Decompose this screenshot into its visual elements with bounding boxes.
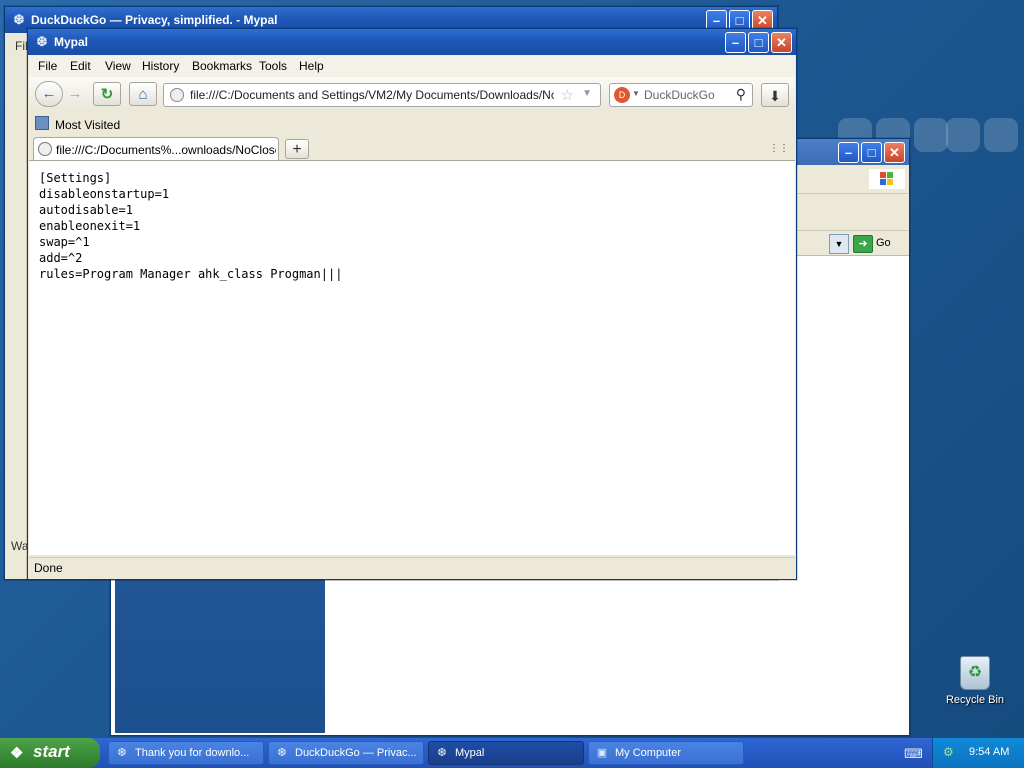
recycle-bin-label[interactable]: Recycle Bin [940,694,1010,706]
computer-icon: ▣ [596,747,608,759]
menu-tools[interactable]: Tools [259,59,287,73]
minimize-button[interactable]: – [725,32,746,53]
task-mypal[interactable]: ❆ Mypal [428,741,584,765]
start-button[interactable]: ❖ start [0,738,100,768]
forward-arrow-icon[interactable]: → [65,82,85,106]
url-text[interactable]: file:///C:/Documents and Settings/VM2/My… [190,88,554,102]
menu-edit[interactable]: Edit [70,59,91,73]
menu-file[interactable]: File [38,59,57,73]
window-title: Mypal [54,35,89,49]
most-visited-icon [35,116,49,130]
reload-icon[interactable]: ↻ [93,82,121,106]
search-engine-dropdown-icon[interactable]: ▼ [632,89,640,98]
network-icon[interactable]: ⚙ [943,745,954,759]
download-icon[interactable]: ⬇ [761,83,789,107]
task-label: DuckDuckGo — Privac... [295,747,417,759]
menu-file-partial[interactable]: Fil [15,39,28,53]
search-placeholder[interactable]: DuckDuckGo [644,88,715,102]
close-button[interactable]: ✕ [771,32,792,53]
browser-icon: ❆ [437,747,447,759]
status-text: Done [34,561,63,575]
page-icon [170,88,184,102]
mypal-icon: ❆ [36,34,48,49]
search-bar[interactable]: D ▼ DuckDuckGo ⚲ [609,83,753,107]
url-bar[interactable]: file:///C:/Documents and Settings/VM2/My… [163,83,601,107]
task-label: My Computer [615,747,682,759]
window-title: DuckDuckGo — Privacy, simplified. - Mypa… [31,13,278,27]
taskbar: ❖ start ❆ Thank you for downlo... ❆ Duck… [0,738,1024,768]
wallpaper-tile [914,118,948,152]
tab-title: file:///C:/Documents%...ownloads/NoClose… [56,143,276,157]
tab-noclose-ini[interactable]: file:///C:/Documents%...ownloads/NoClose… [33,137,279,160]
maximize-button[interactable]: □ [748,32,769,53]
mypal-window[interactable]: ❆ Mypal – □ ✕ File Edit View History Boo… [27,28,797,580]
menu-bookmarks[interactable]: Bookmarks [192,59,252,73]
keyboard-icon[interactable]: ⌨ [904,746,923,762]
windows-flag-icon: ❖ [10,745,24,762]
address-dropdown-icon[interactable]: ▼ [829,234,849,254]
ini-line: add=^2 [39,251,83,265]
system-tray: ⚙ 9:54 AM [932,738,1024,768]
ini-line: swap=^1 [39,235,90,249]
clock[interactable]: 9:54 AM [969,746,1009,758]
bookmark-most-visited[interactable]: Most Visited [55,118,120,132]
ini-line: autodisable=1 [39,203,133,217]
close-button[interactable]: ✕ [884,142,905,163]
bookmarks-toolbar: Most Visited [29,111,795,135]
ini-line: enableonexit=1 [39,219,141,233]
browser-icon: ❆ [117,747,127,759]
browser-icon: ❆ [277,747,287,759]
maximize-button[interactable]: □ [861,142,882,163]
go-arrow-icon[interactable]: ➜ [853,235,873,253]
url-dropdown-icon[interactable]: ▼ [582,88,592,99]
wallpaper-tile [984,118,1018,152]
duckduckgo-icon[interactable]: D [614,87,630,103]
mypal-titlebar[interactable]: ❆ Mypal – □ ✕ [28,29,796,55]
status-partial: Wa [11,539,29,553]
ini-line: disableonstartup=1 [39,187,170,201]
menu-help[interactable]: Help [299,59,324,73]
mypal-icon: ❆ [13,12,25,27]
task-label: Thank you for downlo... [135,747,250,759]
ini-file-text: [Settings] disableonstartup=1 autodisabl… [39,170,342,282]
search-icon[interactable]: ⚲ [736,86,746,103]
ini-line: [Settings] [39,171,112,185]
windows-logo-icon [869,169,905,189]
menu-bar: File Edit View History Bookmarks Tools H… [29,55,795,77]
task-thank-you[interactable]: ❆ Thank you for downlo... [108,741,264,765]
back-arrow-icon[interactable]: ← [35,81,63,107]
home-icon[interactable]: ⌂ [129,82,157,106]
page-icon [38,142,52,156]
menu-history[interactable]: History [142,59,179,73]
wallpaper-tile [946,118,980,152]
task-duckduckgo[interactable]: ❆ DuckDuckGo — Privac... [268,741,424,765]
ini-line: rules=Program Manager ahk_class Progman|… [39,267,343,281]
menu-view[interactable]: View [105,59,131,73]
minimize-button[interactable]: – [838,142,859,163]
bookmark-star-icon[interactable]: ☆ [561,86,574,104]
tab-strip: file:///C:/Documents%...ownloads/NoClose… [29,135,795,161]
new-tab-button[interactable]: + [285,139,309,159]
status-bar: Done [29,557,795,578]
task-my-computer[interactable]: ▣ My Computer [588,741,744,765]
all-tabs-icon[interactable]: ⋮⋮ [769,143,789,154]
page-content: [Settings] disableonstartup=1 autodisabl… [29,161,795,555]
desktop: – □ ✕ ▼ ➜ Go ❆ DuckDuckGo — Privacy, sim… [0,0,1024,738]
recycle-bin[interactable]: ♻ Recycle Bin [940,656,1010,706]
recycle-bin-icon[interactable]: ♻ [960,656,990,690]
task-label: Mypal [455,747,485,759]
start-label[interactable]: start [33,742,70,762]
go-button[interactable]: Go [876,237,891,249]
